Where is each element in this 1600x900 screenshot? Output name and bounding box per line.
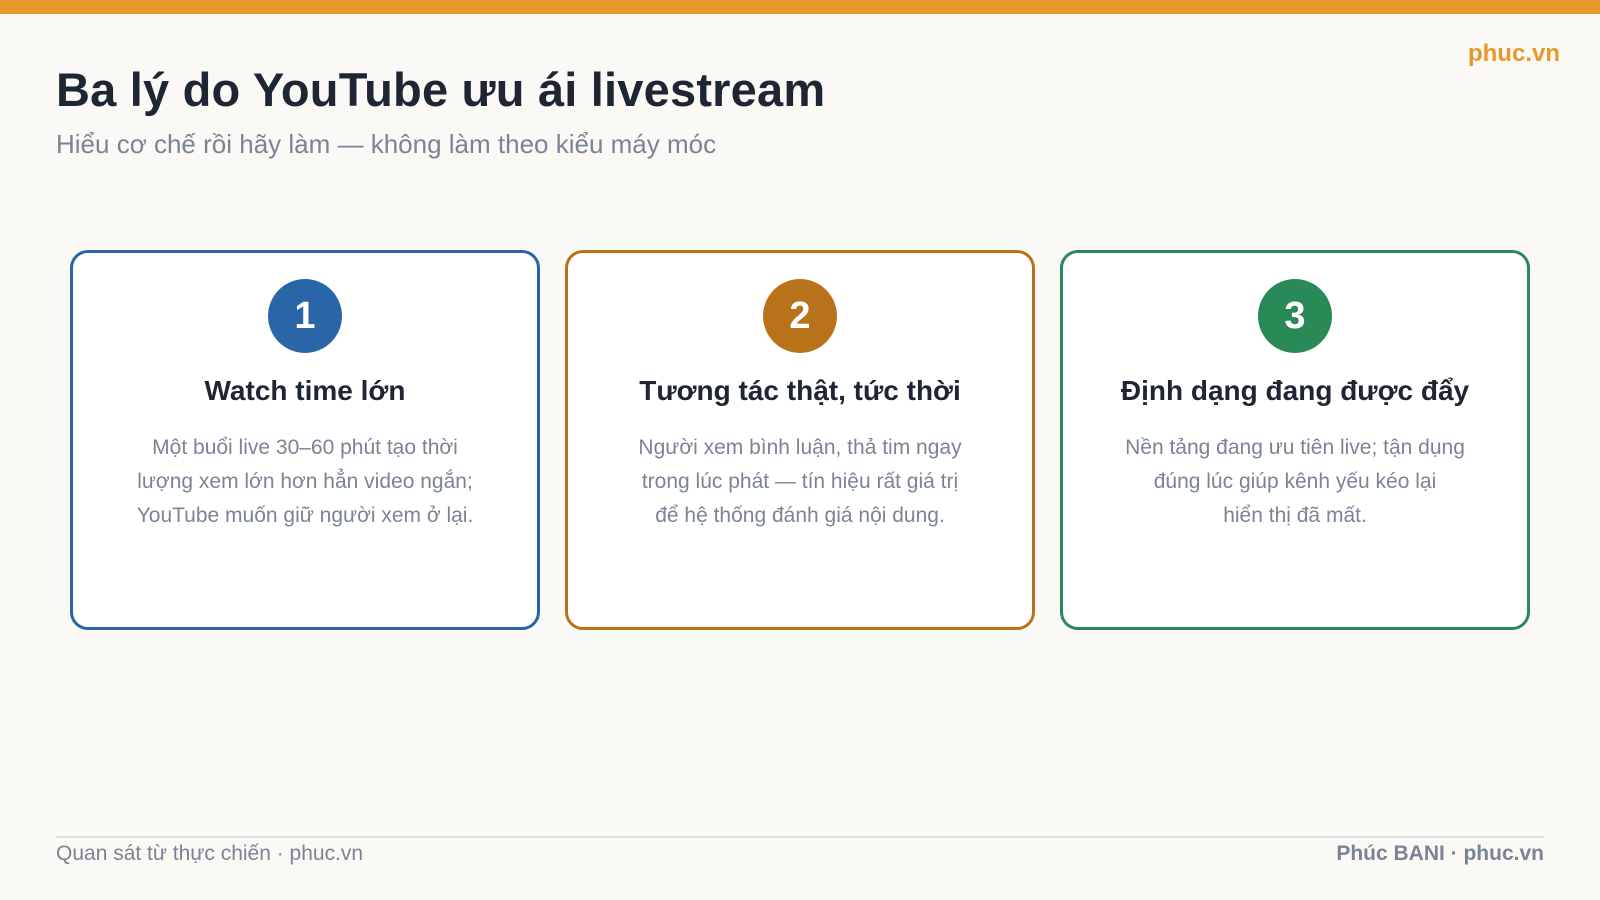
slide: phuc.vn Ba lý do YouTube ưu ái livestrea… [0, 0, 1600, 900]
number-badge-3: 3 [1258, 279, 1332, 353]
card-title-1: Watch time lớn [204, 375, 406, 406]
card-description-1: Một buổi live 30–60 phút tạo thời lượng … [136, 436, 474, 527]
top-accent-bar [0, 0, 1600, 14]
card-description-2: Người xem bình luận, thả tim ngay trong … [638, 436, 962, 527]
footer-divider [56, 836, 1544, 838]
footer-author: Phúc BANI · phuc.vn [1336, 842, 1544, 865]
card-title-3: Định dạng đang được đẩy [1120, 375, 1470, 406]
card-title-2: Tương tác thật, tức thời [639, 375, 961, 406]
number-badge-1: 1 [268, 279, 342, 353]
footer-caption: Quan sát từ thực chiến · phuc.vn [56, 842, 364, 865]
number-badge-2: 2 [763, 279, 837, 353]
reason-card-3: 3 Định dạng đang được đẩy Nền tảng đang … [1060, 250, 1530, 630]
page-subtitle: Hiểu cơ chế rồi hãy làm — không làm theo… [56, 129, 717, 159]
reason-card-2: 2 Tương tác thật, tức thời Người xem bìn… [565, 250, 1035, 630]
reason-card-1: 1 Watch time lớn Một buổi live 30–60 phú… [70, 250, 540, 630]
page-title: Ba lý do YouTube ưu ái livestream [56, 63, 826, 116]
brand-label: phuc.vn [1467, 40, 1560, 67]
card-description-3: Nền tảng đang ưu tiên live; tận dụng đún… [1125, 436, 1465, 527]
reason-cards: 1 Watch time lớn Một buổi live 30–60 phú… [70, 250, 1530, 630]
